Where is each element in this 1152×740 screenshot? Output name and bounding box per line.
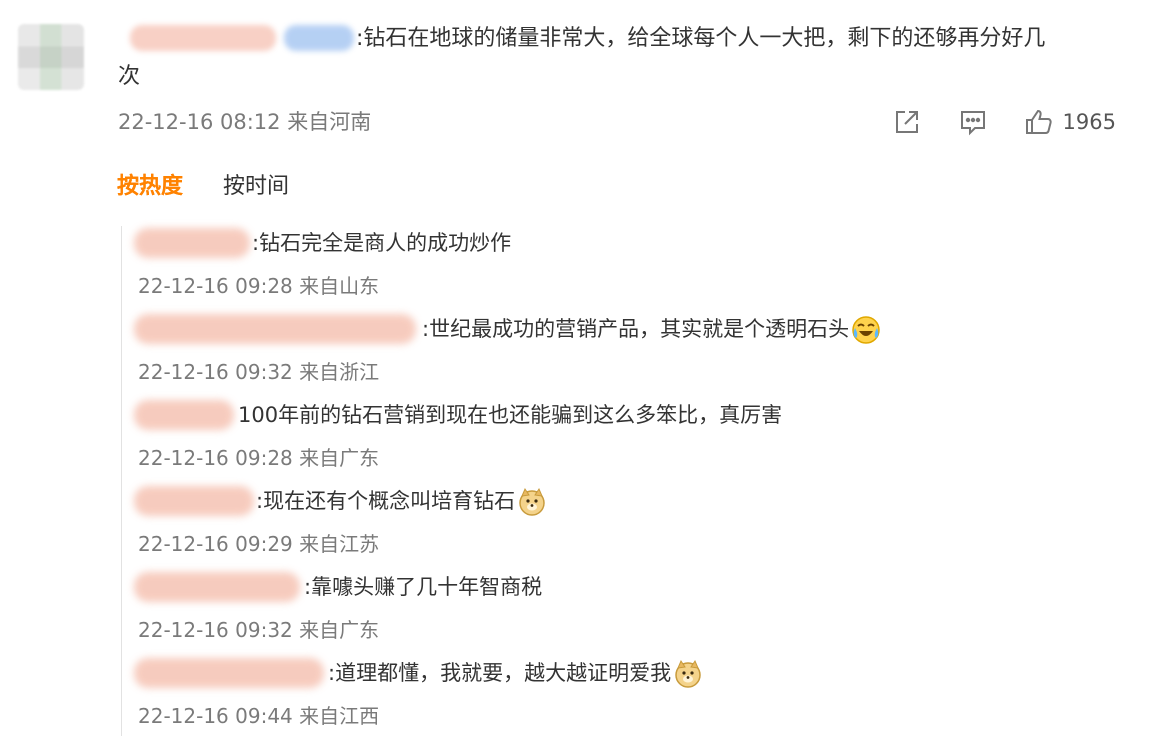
username-redacted[interactable]: [134, 400, 234, 430]
reply-text: :道理都懂，我就要，越大越证明爱我: [328, 654, 703, 692]
location: 来自河南: [287, 110, 372, 134]
reply-meta: 22-12-16 09:32 来自浙江: [138, 354, 379, 390]
username-redacted[interactable]: [134, 486, 254, 516]
timestamp: 22-12-16 08:12: [118, 110, 281, 134]
reply-meta: 22-12-16 09:44 来自江西: [138, 698, 379, 734]
reply-item: :靠噱头赚了几十年智商税 22-12-16 09:32 来自广东: [134, 568, 1134, 654]
timestamp: 22-12-16 09:32: [138, 618, 293, 642]
location: 来自江苏: [299, 532, 380, 556]
comment-thread: :钻石在地球的储量非常大，给全球每个人一大把，剩下的还够再分好几 次 22-12…: [0, 0, 1152, 736]
reply-text: 100年前的钻石营销到现在也还能骗到这么多笨比，真厉害: [238, 403, 783, 427]
reply-item: :世纪最成功的营销产品，其实就是个透明石头 22-12-16 09:32 来自浙…: [134, 310, 1134, 396]
main-comment-line2: 次: [118, 64, 141, 89]
username-redacted[interactable]: [134, 314, 416, 344]
reply-item: :钻石完全是商人的成功炒作 22-12-16 09:28 来自山东: [134, 224, 1134, 310]
username-redacted[interactable]: [130, 25, 354, 51]
reply-text: :世纪最成功的营销产品，其实就是个透明石头: [422, 310, 881, 348]
share-icon: [895, 111, 918, 133]
reply-item: 100年前的钻石营销到现在也还能骗到这么多笨比，真厉害 22-12-16 09:…: [134, 396, 1134, 482]
reply-item: :现在还有个概念叫培育钻石 22-12-16 09:29 来自江苏: [134, 482, 1134, 568]
comment-actions: 1965: [891, 103, 1116, 141]
doge-emoji: [675, 659, 701, 688]
reply-text-content: :道理都懂，我就要，越大越证明爱我: [328, 661, 672, 685]
reply-text: :钻石完全是商人的成功炒作: [252, 231, 512, 255]
location: 来自山东: [299, 274, 380, 298]
redacted-name-block: [130, 25, 276, 51]
reply-meta: 22-12-16 09:28 来自山东: [138, 268, 379, 304]
timestamp: 22-12-16 09:44: [138, 704, 293, 728]
timestamp: 22-12-16 09:28: [138, 446, 293, 470]
location: 来自浙江: [299, 360, 380, 384]
main-comment-line1: :钻石在地球的储量非常大，给全球每个人一大把，剩下的还够再分好几: [356, 26, 1046, 51]
avatar[interactable]: [18, 24, 84, 90]
sort-tabs: 按热度 按时间: [117, 171, 289, 203]
comment-icon: [960, 111, 985, 136]
redacted-name-block: [284, 25, 354, 51]
like-button[interactable]: 1965: [1023, 103, 1116, 141]
share-button[interactable]: [891, 106, 923, 138]
laugh-cry-emoji: [852, 316, 880, 344]
username-redacted[interactable]: [134, 658, 324, 688]
location: 来自广东: [299, 618, 380, 642]
replies-divider: [121, 226, 122, 736]
reply-text: :靠噱头赚了几十年智商税: [304, 575, 543, 599]
timestamp: 22-12-16 09:29: [138, 532, 293, 556]
doge-emoji: [519, 487, 545, 516]
username-redacted[interactable]: [134, 572, 300, 602]
location: 来自广东: [299, 446, 380, 470]
reply-text: :现在还有个概念叫培育钻石: [256, 482, 547, 520]
timestamp: 22-12-16 09:32: [138, 360, 293, 384]
tab-sort-by-hot[interactable]: 按热度: [117, 171, 183, 203]
reply-button[interactable]: [957, 106, 989, 138]
reply-meta: 22-12-16 09:28 来自广东: [138, 440, 379, 476]
reply-text-content: :现在还有个概念叫培育钻石: [256, 489, 516, 513]
reply-meta: 22-12-16 09:29 来自江苏: [138, 526, 379, 562]
main-comment-meta: 22-12-16 08:12 来自河南 1965: [118, 103, 1128, 141]
like-count: 1965: [1062, 110, 1116, 134]
reply-text-content: :世纪最成功的营销产品，其实就是个透明石头: [422, 317, 850, 341]
location: 来自江西: [299, 704, 380, 728]
timestamp: 22-12-16 09:28: [138, 274, 293, 298]
username-redacted[interactable]: [134, 228, 250, 258]
main-comment-text: :钻石在地球的储量非常大，给全球每个人一大把，剩下的还够再分好几 次: [118, 20, 1116, 96]
tab-sort-by-time[interactable]: 按时间: [223, 171, 289, 203]
reply-meta: 22-12-16 09:32 来自广东: [138, 612, 379, 648]
reply-item: :道理都懂，我就要，越大越证明爱我 22-12-16 09:44 来自江西: [134, 654, 1134, 740]
like-icon: [1025, 109, 1052, 134]
